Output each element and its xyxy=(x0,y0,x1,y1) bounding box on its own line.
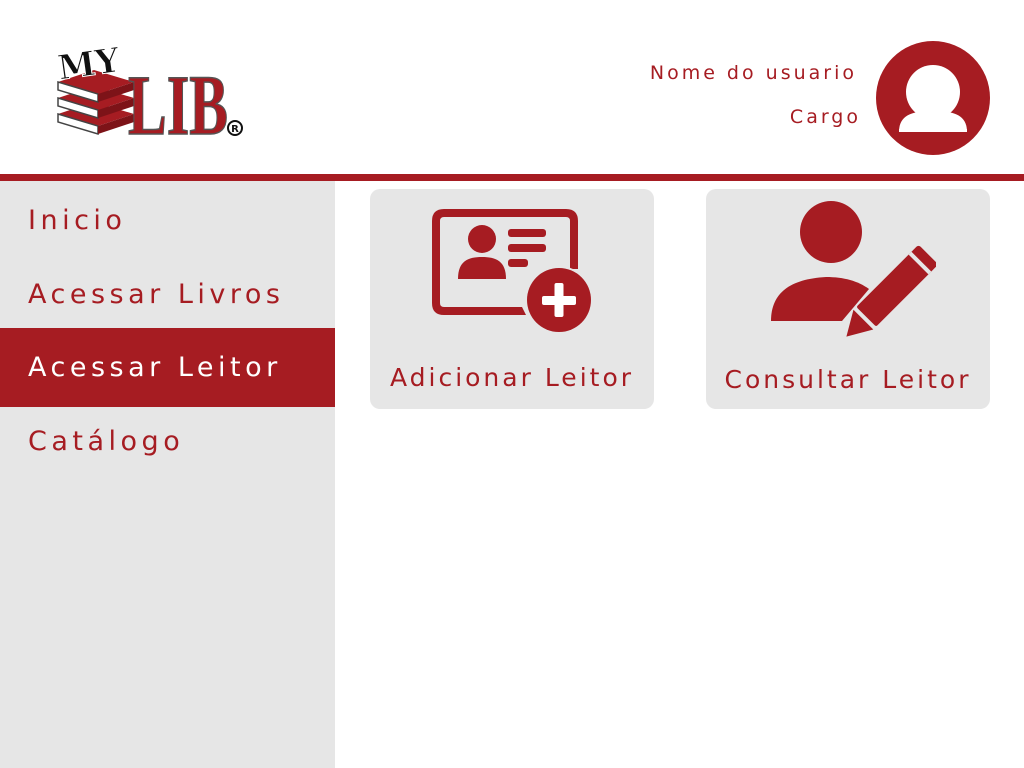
header: MY LIB R Nome do usuario Cargo xyxy=(0,0,1024,174)
app: MY LIB R Nome do usuario Cargo Inicio Ac… xyxy=(0,0,1024,768)
svg-text:R: R xyxy=(231,124,239,135)
header-divider xyxy=(0,174,1024,181)
mylib-logo: MY LIB R xyxy=(56,40,243,140)
logo-lib-text: LIB xyxy=(128,57,228,140)
user-silhouette-icon xyxy=(899,65,967,132)
user-role: Cargo xyxy=(789,106,861,128)
user-avatar[interactable] xyxy=(876,41,990,155)
sidebar-item-acessar-leitor[interactable]: Acessar Leitor xyxy=(0,328,335,407)
sidebar-item-inicio[interactable]: Inicio xyxy=(0,181,335,259)
sidebar-item-catalogo[interactable]: Catálogo xyxy=(0,402,335,480)
user-name: Nome do usuario xyxy=(649,62,857,84)
edit-user-icon xyxy=(771,201,936,337)
add-reader-label: Adicionar Leitor xyxy=(389,363,635,392)
consult-reader-card[interactable]: Consultar Leitor xyxy=(706,189,990,409)
add-reader-card-icon xyxy=(432,209,593,334)
sidebar-item-acessar-livros[interactable]: Acessar Livros xyxy=(0,255,335,333)
consult-reader-label: Consultar Leitor xyxy=(724,365,972,394)
sidebar: Inicio Acessar Livros Acessar Leitor Cat… xyxy=(0,181,335,768)
add-reader-card[interactable]: Adicionar Leitor xyxy=(370,189,654,409)
